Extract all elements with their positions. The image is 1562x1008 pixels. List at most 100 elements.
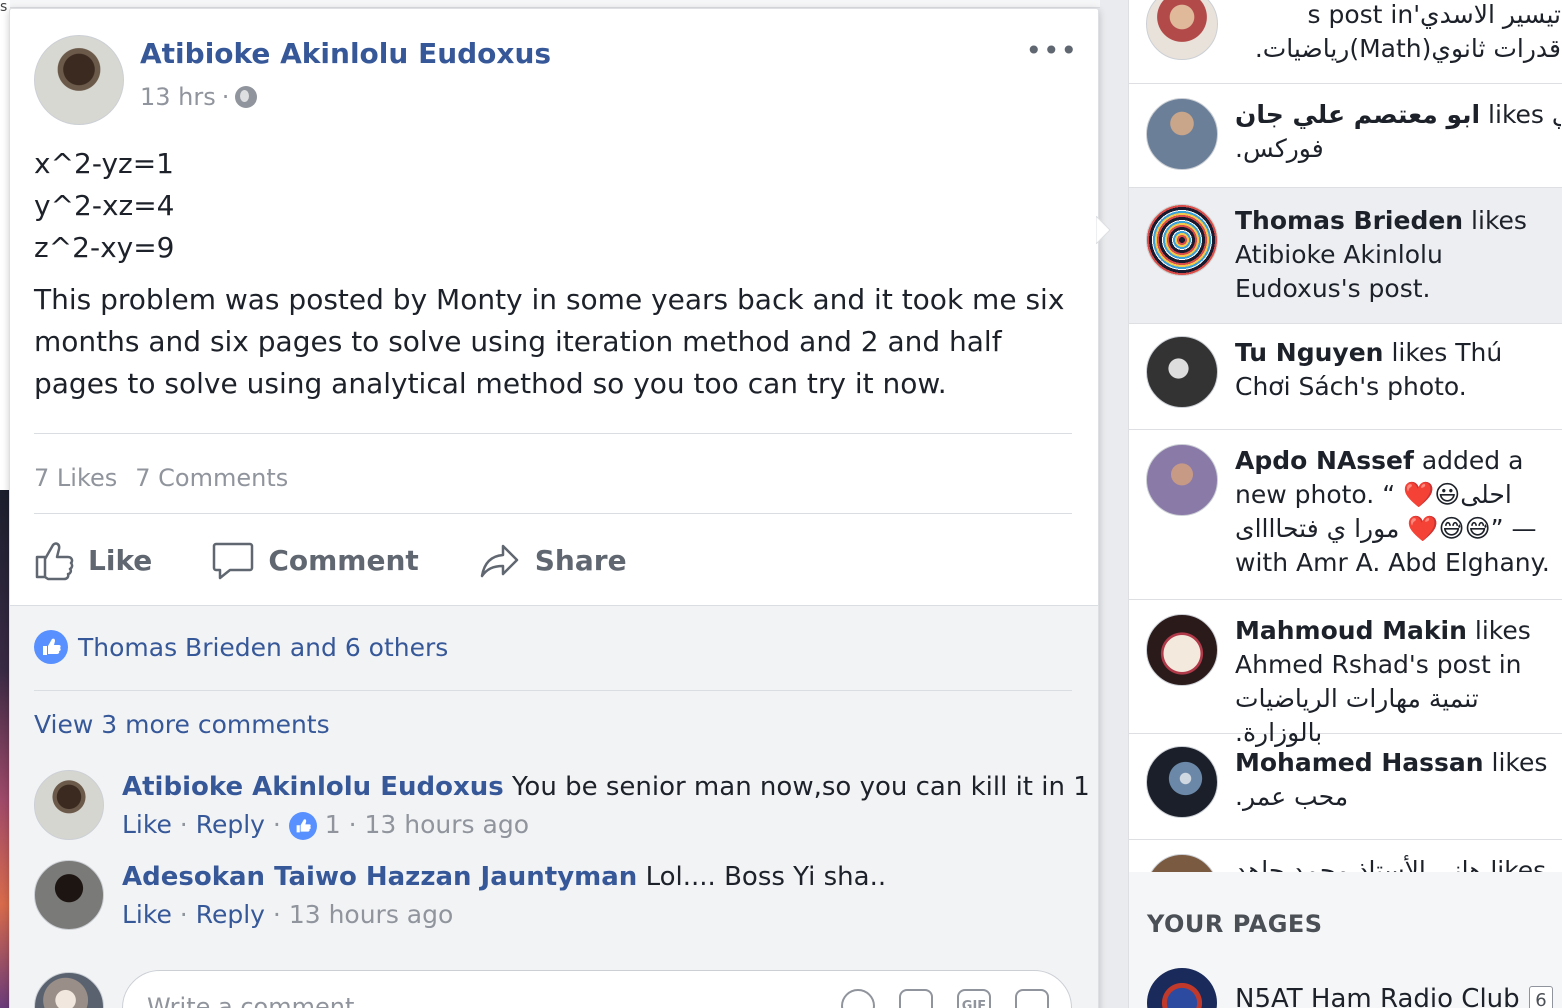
ticker-text: ابو معتصم علي جان likes ديلي فوركس.: [1235, 98, 1561, 166]
ticker-item[interactable]: ابو معتصم علي جان likes ديلي فوركس.: [1129, 84, 1562, 188]
divider: [34, 433, 1072, 434]
comment-item: Adesokan Taiwo Hazzan Jauntyman Lol.... …: [34, 860, 1072, 940]
divider: [34, 690, 1072, 691]
comment-tools: GIF: [841, 989, 1049, 1008]
post-text: This problem was posted by Monty in some…: [34, 283, 1065, 400]
comment-item: Atibioke Akinlolu Eudoxus You be senior …: [34, 770, 1098, 850]
like-reaction-icon: [288, 812, 317, 840]
write-comment-input[interactable]: Write a comment... GIF: [122, 970, 1072, 1008]
ticker-item-partial[interactable]: هانى الأستاذ محمد جاهد likes: [1129, 840, 1562, 872]
like-reaction-icon: [34, 630, 68, 664]
sticker-icon[interactable]: [1015, 989, 1049, 1008]
ticker-item-active[interactable]: Thomas Brieden likes Atibioke Akinlolu E…: [1129, 188, 1562, 324]
ticker-user-name[interactable]: Mahmoud Makin: [1235, 616, 1467, 645]
page-notification-count: 6: [1529, 986, 1553, 1008]
share-label: Share: [534, 543, 627, 577]
comment-label: Comment: [268, 543, 419, 577]
meta-separator: ·: [272, 900, 289, 929]
post-meta: 13 hrs ·: [140, 83, 258, 111]
ticker-line: فوركس.: [1235, 134, 1324, 163]
meta-separator: ·: [221, 83, 230, 111]
comment-text: Atibioke Akinlolu Eudoxus You be senior …: [122, 770, 1098, 804]
ticker-item[interactable]: تيسير الاسدي's post in قدرات ثانوي(Math)…: [1129, 0, 1562, 84]
post-time[interactable]: 13 hrs: [140, 83, 216, 111]
post-card: Atibioke Akinlolu Eudoxus 13 hrs · ••• x…: [9, 8, 1099, 1008]
comment-reaction-count[interactable]: 1: [325, 810, 341, 839]
equation-1: x^2-yz=1: [34, 147, 174, 180]
background-partial-text: s: [0, 0, 8, 15]
write-comment-row: Write a comment... GIF: [34, 962, 1072, 1008]
ticker-user-name[interactable]: Tu Nguyen: [1235, 338, 1383, 367]
commenter-name[interactable]: Atibioke Akinlolu Eudoxus: [122, 772, 504, 802]
ticker-verb: likes: [1471, 206, 1527, 235]
post-header: Atibioke Akinlolu Eudoxus 13 hrs · •••: [34, 35, 1078, 125]
ticker-avatar: [1146, 204, 1218, 276]
ticker-item[interactable]: Mahmoud Makin likes Ahmed Rshad's post i…: [1129, 600, 1562, 747]
page-avatar: [1147, 968, 1217, 1008]
author-name[interactable]: Atibioke Akinlolu Eudoxus: [140, 37, 551, 70]
reactions-summary-text[interactable]: Thomas Brieden and 6 others: [78, 633, 448, 662]
ticker-avatar: [1146, 746, 1218, 818]
comment-button[interactable]: Comment: [212, 540, 419, 580]
commenter-name[interactable]: Adesokan Taiwo Hazzan Jauntyman: [122, 862, 637, 892]
comment-meta: Like · Reply · 13 hours ago: [122, 898, 453, 932]
ticker-avatar: [1146, 0, 1218, 60]
comment-bubble-icon: [213, 542, 254, 580]
camera-icon[interactable]: [899, 989, 933, 1008]
comment-reply-link[interactable]: Reply: [196, 900, 265, 929]
page-name[interactable]: N5AT Ham Radio Club: [1235, 984, 1520, 1008]
comment-like-link[interactable]: Like: [122, 900, 172, 929]
ticker-verb: likes: [1474, 616, 1531, 645]
meta-separator: ·: [272, 810, 289, 839]
current-user-avatar: [34, 972, 104, 1008]
likes-count[interactable]: 7 Likes: [34, 464, 117, 492]
ticker-text: Mohamed Hassan likes محب عمر.: [1235, 746, 1561, 814]
ticker-text: Mahmoud Makin likes Ahmed Rshad's post i…: [1235, 614, 1561, 750]
comments-count[interactable]: 7 Comments: [135, 464, 288, 492]
equation-2: y^2-xz=4: [34, 189, 175, 222]
ticker-text: تيسير الاسدي's post in قدرات ثانوي(Math)…: [1235, 0, 1561, 66]
ticker-user-name[interactable]: Mohamed Hassan: [1235, 748, 1484, 777]
author-avatar[interactable]: [34, 35, 124, 125]
thumbs-up-icon: [35, 542, 74, 581]
ticker-text: هانى الأستاذ محمد جاهد likes: [1235, 856, 1547, 872]
emoji-icon[interactable]: [841, 989, 875, 1008]
commenter-avatar[interactable]: [34, 770, 104, 840]
meta-separator: ·: [348, 810, 365, 839]
comments-area: Thomas Brieden and 6 others View 3 more …: [10, 605, 1098, 1008]
ticker-avatar: [1146, 444, 1218, 516]
ticker-object[interactable]: محب عمر.: [1235, 780, 1561, 814]
ticker-item[interactable]: Tu Nguyen likes Thú Chơi Sách's photo.: [1129, 324, 1562, 430]
comment-like-link[interactable]: Like: [122, 810, 172, 839]
equation-3: z^2-xy=9: [34, 231, 175, 264]
like-label: Like: [88, 543, 153, 577]
ticker-text: Thomas Brieden likes Atibioke Akinlolu E…: [1235, 204, 1561, 306]
view-more-comments-link[interactable]: View 3 more comments: [34, 710, 330, 739]
comment-time[interactable]: 13 hours ago: [289, 900, 453, 929]
ticker-item[interactable]: Mohamed Hassan likes محب عمر.: [1129, 734, 1562, 840]
ticker-avatar: [1146, 98, 1218, 170]
divider: [34, 513, 1072, 514]
reactions-summary[interactable]: Thomas Brieden and 6 others: [34, 630, 448, 664]
popover-caret: [1096, 216, 1111, 244]
share-button[interactable]: Share: [479, 540, 627, 580]
comment-time[interactable]: 13 hours ago: [365, 810, 529, 839]
ticker-user-name[interactable]: Apdo NAssef: [1235, 446, 1414, 475]
ticker-item[interactable]: Apdo NAssef added a new photo. “ ❤️😃احلى…: [1129, 430, 1562, 600]
comment-reply-link[interactable]: Reply: [196, 810, 265, 839]
ticker-user-name[interactable]: Thomas Brieden: [1235, 206, 1463, 235]
globe-icon: [235, 86, 258, 108]
ticker-object[interactable]: Atibioke Akinlolu Eudoxus's post.: [1235, 240, 1443, 303]
ticker-line: تيسير الاسدي's post in: [1307, 0, 1561, 29]
gif-icon[interactable]: GIF: [957, 989, 991, 1008]
ticker-text: Tu Nguyen likes Thú Chơi Sách's photo.: [1235, 336, 1561, 404]
ticker-user-name[interactable]: ابو معتصم علي جان: [1235, 100, 1480, 129]
commenter-avatar[interactable]: [34, 860, 104, 930]
ticker-object[interactable]: Ahmed Rshad's post in: [1235, 650, 1522, 679]
page-item[interactable]: N5AT Ham Radio Club 6: [1147, 968, 1562, 1008]
ticker-text: Apdo NAssef added a new photo. “ ❤️😃احلى…: [1235, 444, 1561, 580]
ticker-verb: likes: [1391, 338, 1448, 367]
more-options-icon[interactable]: •••: [1025, 37, 1078, 65]
ticker-object[interactable]: ديلي: [1552, 100, 1561, 129]
like-button[interactable]: Like: [34, 539, 152, 581]
